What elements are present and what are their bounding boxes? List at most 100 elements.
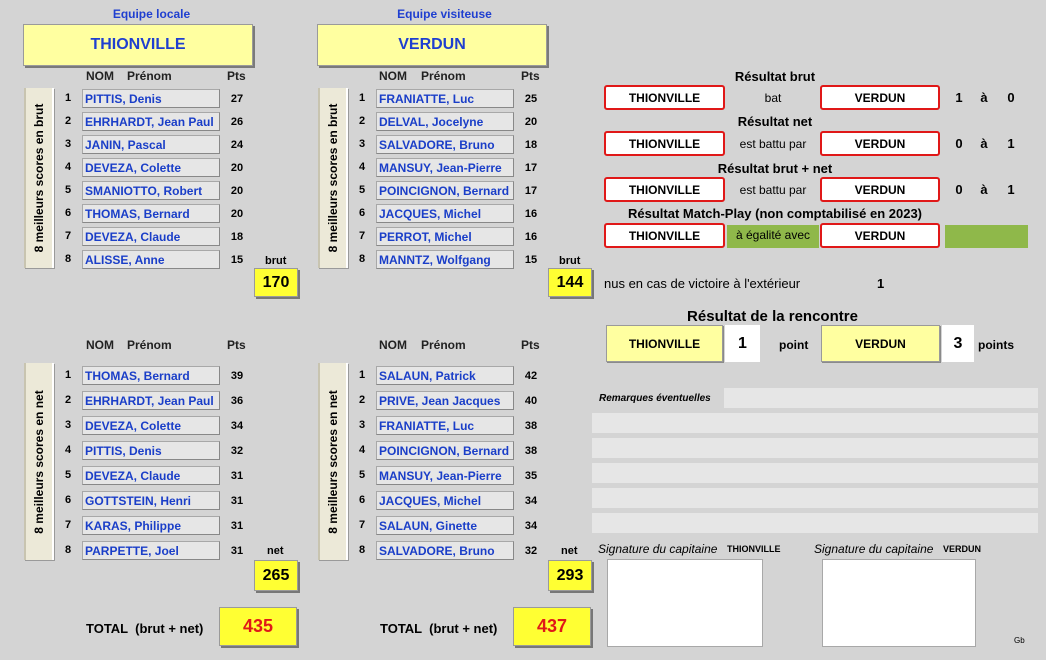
home-signature-box[interactable] [607, 559, 763, 647]
rencontre-away-points: 3 [942, 325, 974, 362]
col-nom-home-brut: NOM [86, 69, 114, 83]
away-brut-total: 144 [548, 268, 592, 297]
remarks-label: Remarques éventuelles [599, 393, 711, 404]
remarks-field-3[interactable] [592, 438, 1038, 458]
player-points: 25 [524, 93, 538, 105]
player-number: 3 [64, 138, 72, 150]
footer-mark: Gb [1014, 636, 1025, 645]
player-name[interactable]: MANSUY, Jean-Pierre [376, 158, 514, 177]
player-name[interactable]: THOMAS, Bernard [82, 366, 220, 385]
away-net-label: net [561, 545, 578, 557]
player-number: 1 [358, 92, 366, 104]
home-net-total: 265 [254, 560, 298, 591]
player-points: 34 [230, 420, 244, 432]
player-name[interactable]: THOMAS, Bernard [82, 204, 220, 223]
away-team-name[interactable]: VERDUN [317, 24, 547, 66]
player-name[interactable]: ALISSE, Anne [82, 250, 220, 269]
player-name[interactable]: MANNTZ, Wolfgang [376, 250, 514, 269]
remarks-field-2[interactable] [592, 413, 1038, 433]
player-name[interactable]: JACQUES, Michel [376, 204, 514, 223]
col-pts-away-net: Pts [521, 338, 540, 352]
player-number: 5 [64, 469, 72, 481]
away-net-side-label: 8 meilleurs scores en net [318, 363, 348, 560]
player-points: 38 [524, 445, 538, 457]
away-net-side-text: 8 meilleurs scores en net [326, 389, 340, 534]
player-points: 18 [524, 139, 538, 151]
away-signature-box[interactable] [822, 559, 976, 647]
player-points: 31 [230, 495, 244, 507]
remarks-field-1[interactable] [724, 388, 1038, 408]
player-name[interactable]: PITTIS, Denis [82, 89, 220, 108]
net-away-box[interactable]: VERDUN [820, 131, 940, 156]
player-name[interactable]: PERROT, Michel [376, 227, 514, 246]
player-name[interactable]: EHRHARDT, Jean Paul [82, 112, 220, 131]
player-number: 4 [358, 161, 366, 173]
player-name[interactable]: MANSUY, Jean-Pierre [376, 466, 514, 485]
player-name[interactable]: KARAS, Philippe [82, 516, 220, 535]
home-signature-team: THIONVILLE [727, 544, 781, 554]
player-name[interactable]: PRIVE, Jean Jacques [376, 391, 514, 410]
player-number: 8 [64, 253, 72, 265]
player-name[interactable]: PITTIS, Denis [82, 441, 220, 460]
player-number: 5 [358, 469, 366, 481]
brut-home-box[interactable]: THIONVILLE [604, 85, 725, 110]
player-points: 20 [230, 208, 244, 220]
player-name[interactable]: PARPETTE, Joel [82, 541, 220, 560]
player-name[interactable]: DEVEZA, Colette [82, 158, 220, 177]
player-number: 1 [64, 92, 72, 104]
player-name[interactable]: FRANIATTE, Luc [376, 416, 514, 435]
player-number: 2 [64, 394, 72, 406]
player-name[interactable]: GOTTSTEIN, Henri [82, 491, 220, 510]
player-name[interactable]: DEVEZA, Colette [82, 416, 220, 435]
player-points: 32 [524, 545, 538, 557]
player-points: 18 [230, 231, 244, 243]
player-points: 24 [230, 139, 244, 151]
net-home-box[interactable]: THIONVILLE [604, 131, 725, 156]
matchplay-home-box[interactable]: THIONVILLE [604, 223, 725, 248]
matchplay-away-box[interactable]: VERDUN [820, 223, 940, 248]
player-name[interactable]: FRANIATTE, Luc [376, 89, 514, 108]
player-name[interactable]: SALVADORE, Bruno [376, 135, 514, 154]
player-number: 4 [64, 444, 72, 456]
player-number: 8 [358, 544, 366, 556]
player-points: 16 [524, 208, 538, 220]
player-name[interactable]: DEVEZA, Claude [82, 466, 220, 485]
brutnet-away-box[interactable]: VERDUN [820, 177, 940, 202]
away-grand-total: 437 [513, 607, 591, 646]
player-name[interactable]: EHRHARDT, Jean Paul [82, 391, 220, 410]
player-name[interactable]: SMANIOTTO, Robert [82, 181, 220, 200]
rencontre-away-unit: points [978, 338, 1014, 352]
remarks-field-4[interactable] [592, 463, 1038, 483]
col-prenom-home-brut: Prénom [127, 69, 172, 83]
home-brut-side-label: 8 meilleurs scores en brut [24, 88, 54, 268]
brut-score-away: 0 [1007, 90, 1015, 105]
away-brut-label: brut [559, 255, 581, 267]
player-name[interactable]: SALAUN, Patrick [376, 366, 514, 385]
player-name[interactable]: POINCIGNON, Bernard [376, 181, 514, 200]
player-number: 8 [64, 544, 72, 556]
matchplay-result-title: Résultat Match-Play (non comptabilisé en… [627, 206, 923, 221]
player-name[interactable]: DEVEZA, Claude [82, 227, 220, 246]
remarks-field-6[interactable] [592, 513, 1038, 533]
remarks-field-5[interactable] [592, 488, 1038, 508]
player-points: 20 [230, 162, 244, 174]
player-name[interactable]: JANIN, Pascal [82, 135, 220, 154]
player-name[interactable]: DELVAL, Jocelyne [376, 112, 514, 131]
away-brut-side-text: 8 meilleurs scores en brut [326, 103, 340, 253]
player-points: 34 [524, 495, 538, 507]
player-name[interactable]: SALVADORE, Bruno [376, 541, 514, 560]
player-number: 5 [64, 184, 72, 196]
home-team-name[interactable]: THIONVILLE [23, 24, 253, 66]
player-name[interactable]: JACQUES, Michel [376, 491, 514, 510]
home-brut-total: 170 [254, 268, 298, 297]
player-name[interactable]: POINCIGNON, Bernard [376, 441, 514, 460]
bonus-value: 1 [877, 276, 885, 291]
brut-away-box[interactable]: VERDUN [820, 85, 940, 110]
brutnet-home-box[interactable]: THIONVILLE [604, 177, 725, 202]
brut-verb: bat [764, 91, 782, 105]
player-name[interactable]: SALAUN, Ginette [376, 516, 514, 535]
net-verb: est battu par [739, 137, 807, 151]
col-nom-away-net: NOM [379, 338, 407, 352]
player-number: 6 [64, 494, 72, 506]
player-number: 8 [358, 253, 366, 265]
